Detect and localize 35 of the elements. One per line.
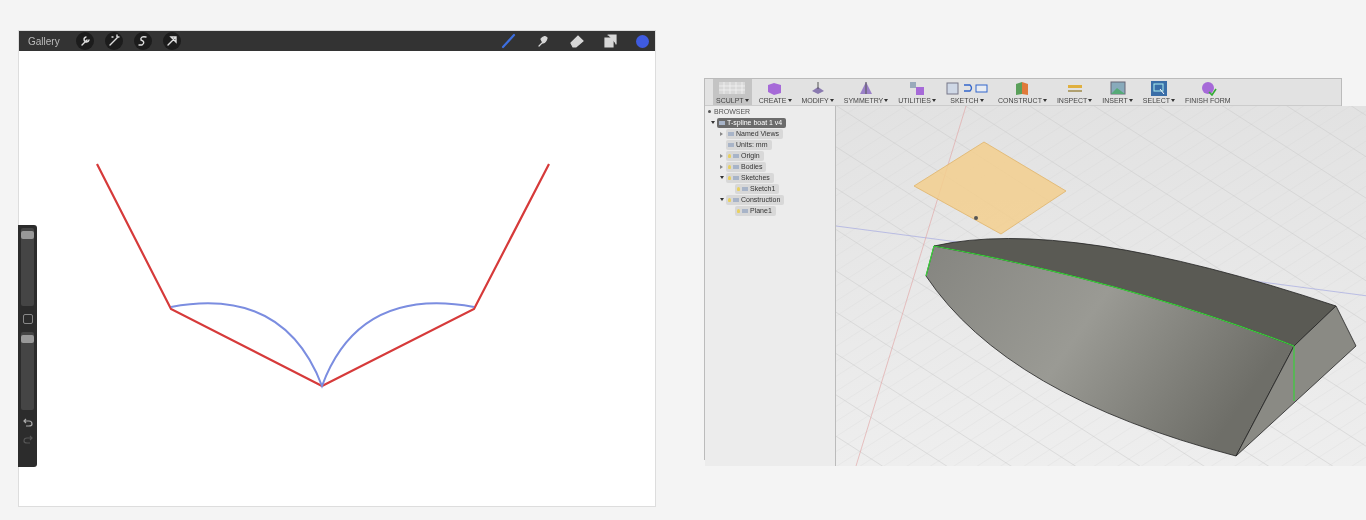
layers-icon[interactable] (602, 32, 620, 50)
expand-arrow-icon[interactable] (720, 176, 724, 179)
slider-thumb[interactable] (21, 230, 34, 239)
undo-icon[interactable] (22, 418, 33, 427)
boat-body-drawing[interactable] (925, 238, 1357, 457)
caret-icon[interactable] (787, 99, 792, 102)
sculpt-grid-icon (718, 80, 747, 96)
color-swatch-icon[interactable] (636, 34, 649, 48)
slider-thumb[interactable] (21, 334, 34, 343)
magic-wand-icon[interactable] (104, 32, 123, 50)
gallery-link[interactable]: Gallery (28, 35, 60, 47)
insert-image-icon (1108, 80, 1127, 96)
modify-button[interactable] (22, 314, 33, 324)
caret-icon[interactable] (1128, 99, 1133, 102)
caret-icon[interactable] (931, 99, 936, 102)
caret-icon[interactable] (1088, 99, 1093, 102)
opacity-slider[interactable] (21, 332, 34, 410)
caret-icon[interactable] (1042, 99, 1047, 102)
symmetry-icon (857, 80, 875, 96)
wrench-icon[interactable] (75, 32, 94, 50)
caret-icon[interactable] (884, 99, 889, 102)
caret-icon[interactable] (979, 99, 984, 102)
collapse-dot-icon[interactable] (708, 110, 711, 113)
size-slider[interactable] (21, 228, 34, 306)
brush-icon[interactable] (500, 32, 518, 50)
origin-point-icon[interactable] (974, 216, 978, 220)
expand-arrow-icon[interactable] (711, 121, 715, 124)
caret-icon[interactable] (744, 99, 749, 102)
utilities-icon (908, 80, 927, 96)
sketch-tools-icon (945, 80, 988, 96)
s-curve-icon[interactable] (133, 32, 152, 50)
caret-icon[interactable] (1171, 99, 1176, 102)
caret-icon[interactable] (829, 99, 834, 102)
expand-arrow-icon[interactable] (720, 198, 724, 201)
select-icon (1149, 80, 1168, 96)
